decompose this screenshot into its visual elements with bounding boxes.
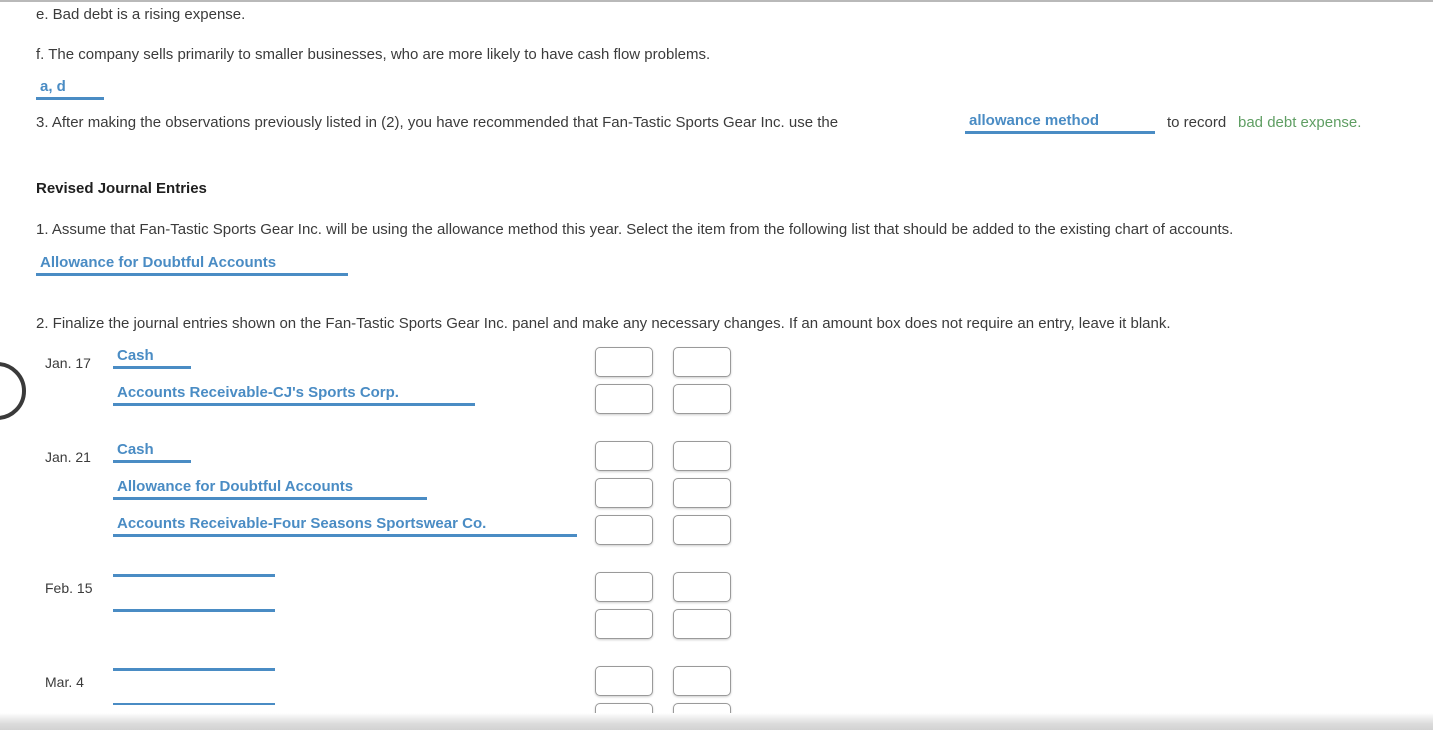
journal-account-field[interactable] bbox=[113, 607, 275, 612]
journal-debit-amount-box[interactable] bbox=[595, 572, 653, 602]
revised-question-1-text: 1. Assume that Fan-Tastic Sports Gear In… bbox=[36, 221, 1234, 238]
journal-credit-amount-box[interactable] bbox=[673, 384, 731, 414]
journal-credit-amount-box[interactable] bbox=[673, 609, 731, 639]
journal-entry-date: Jan. 21 bbox=[45, 449, 91, 465]
revised-question-1-answer-field[interactable]: Allowance for Doubtful Accounts bbox=[36, 254, 348, 276]
journal-account-field[interactable]: Accounts Receivable-CJ's Sports Corp. bbox=[113, 384, 475, 406]
journal-entry-date: Jan. 17 bbox=[45, 355, 91, 371]
revised-journal-entries-heading: Revised Journal Entries bbox=[36, 180, 207, 197]
top-divider bbox=[0, 0, 1433, 2]
journal-debit-amount-box[interactable] bbox=[595, 666, 653, 696]
question-3-text-before: 3. After making the observations previou… bbox=[36, 114, 839, 131]
question-3-bad-debt-expense-label: bad debt expense. bbox=[1238, 114, 1362, 131]
journal-credit-amount-box[interactable] bbox=[673, 572, 731, 602]
question-3-text-middle: to record bbox=[1167, 114, 1227, 131]
journal-entry-date: Mar. 4 bbox=[45, 674, 84, 690]
journal-credit-amount-box[interactable] bbox=[673, 666, 731, 696]
journal-entry-date: Feb. 15 bbox=[45, 580, 93, 596]
journal-credit-amount-box[interactable] bbox=[673, 441, 731, 471]
observations-answer-field[interactable]: a, d bbox=[36, 78, 104, 100]
journal-account-field[interactable] bbox=[113, 701, 275, 705]
journal-account-field[interactable]: Cash bbox=[113, 441, 191, 463]
journal-credit-amount-box[interactable] bbox=[673, 347, 731, 377]
journal-credit-amount-box[interactable] bbox=[673, 478, 731, 508]
observation-item-f: f. The company sells primarily to smalle… bbox=[36, 46, 711, 63]
focus-ring-indicator bbox=[0, 362, 26, 420]
journal-account-field[interactable]: Cash bbox=[113, 347, 191, 369]
journal-credit-amount-box[interactable] bbox=[673, 515, 731, 545]
journal-debit-amount-box[interactable] bbox=[595, 609, 653, 639]
journal-debit-amount-box[interactable] bbox=[595, 347, 653, 377]
journal-debit-amount-box[interactable] bbox=[595, 384, 653, 414]
journal-debit-amount-box[interactable] bbox=[595, 441, 653, 471]
journal-account-field[interactable]: Accounts Receivable-Four Seasons Sportsw… bbox=[113, 515, 577, 537]
journal-account-field[interactable] bbox=[113, 666, 275, 671]
question-3-answer-field[interactable]: allowance method bbox=[965, 112, 1155, 134]
observation-item-e: e. Bad debt is a rising expense. bbox=[36, 6, 246, 23]
journal-account-field[interactable]: Allowance for Doubtful Accounts bbox=[113, 478, 427, 500]
worksheet-page: e. Bad debt is a rising expense. f. The … bbox=[0, 0, 1433, 730]
horizontal-scrollbar[interactable] bbox=[0, 713, 1433, 730]
journal-debit-amount-box[interactable] bbox=[595, 478, 653, 508]
journal-account-field[interactable] bbox=[113, 572, 275, 577]
journal-debit-amount-box[interactable] bbox=[595, 515, 653, 545]
revised-question-2-text: 2. Finalize the journal entries shown on… bbox=[36, 315, 1171, 332]
